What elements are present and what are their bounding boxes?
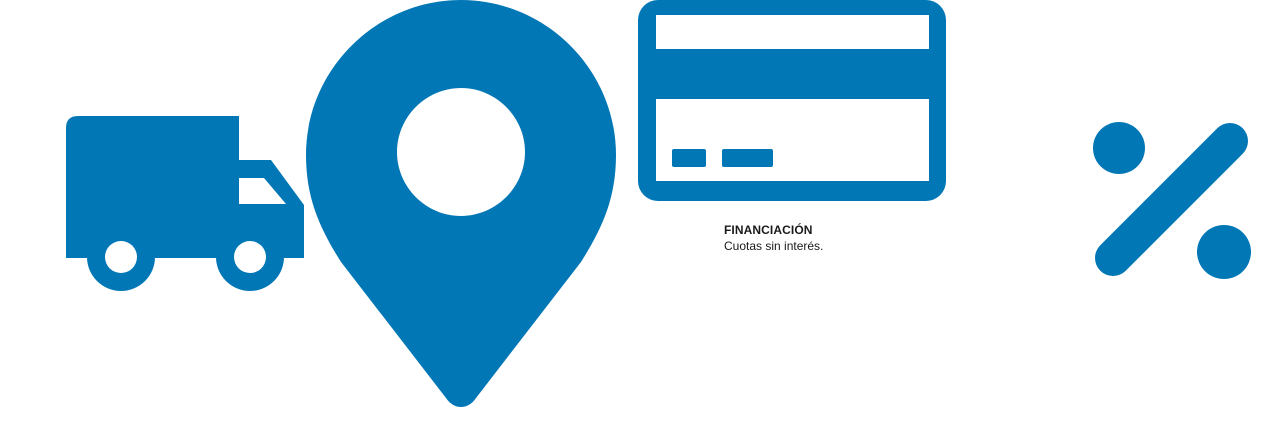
location-pin-icon xyxy=(306,0,616,412)
financing-subtitle: Cuotas sin interés. xyxy=(724,239,824,254)
financing-caption: FINANCIACIÓN Cuotas sin interés. xyxy=(724,222,823,254)
financing-title: FINANCIACIÓN xyxy=(724,223,813,237)
credit-card-icon xyxy=(638,0,948,202)
features-strip: FINANCIACIÓN Cuotas sin interés. xyxy=(0,0,1284,428)
truck-icon xyxy=(66,116,306,292)
percent-icon xyxy=(1092,121,1252,281)
